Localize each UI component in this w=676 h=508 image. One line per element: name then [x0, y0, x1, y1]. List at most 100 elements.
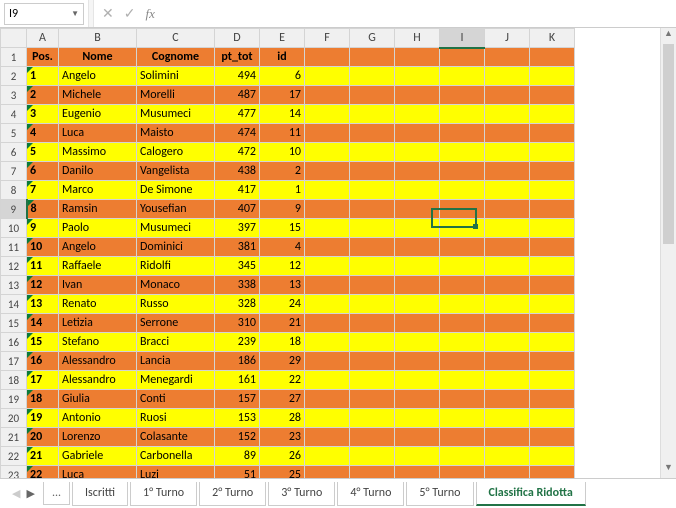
cell[interactable]: [305, 181, 350, 200]
cell[interactable]: [395, 428, 440, 447]
cell[interactable]: [395, 124, 440, 143]
column-header[interactable]: H: [395, 29, 440, 48]
cell[interactable]: Calogero: [137, 143, 215, 162]
cell[interactable]: [530, 295, 575, 314]
cell[interactable]: [350, 48, 395, 67]
table-header-cell[interactable]: pt_tot: [215, 48, 260, 67]
column-header[interactable]: G: [350, 29, 395, 48]
row-header[interactable]: 12: [1, 257, 27, 276]
cell[interactable]: [530, 143, 575, 162]
cell[interactable]: [485, 143, 530, 162]
cell[interactable]: [305, 105, 350, 124]
cell[interactable]: [350, 238, 395, 257]
sheet-tab[interactable]: 4° Turno: [337, 482, 404, 506]
cell[interactable]: [485, 219, 530, 238]
cell[interactable]: [485, 181, 530, 200]
cell[interactable]: 13: [260, 276, 305, 295]
row-header[interactable]: 16: [1, 333, 27, 352]
cell[interactable]: Massimo: [59, 143, 137, 162]
cell[interactable]: 11: [27, 257, 59, 276]
cell[interactable]: [440, 295, 485, 314]
cell[interactable]: [530, 124, 575, 143]
cell[interactable]: [305, 67, 350, 86]
cell[interactable]: 5: [27, 143, 59, 162]
table-header-cell[interactable]: id: [260, 48, 305, 67]
cell[interactable]: [305, 409, 350, 428]
cell[interactable]: [440, 314, 485, 333]
cell[interactable]: 407: [215, 200, 260, 219]
cell[interactable]: Angelo: [59, 238, 137, 257]
cell[interactable]: [305, 295, 350, 314]
cell[interactable]: 9: [27, 219, 59, 238]
sheet-tab[interactable]: 5° Turno: [406, 482, 473, 506]
cell[interactable]: [395, 238, 440, 257]
cell[interactable]: 10: [27, 238, 59, 257]
cell[interactable]: [485, 295, 530, 314]
cell[interactable]: 23: [260, 428, 305, 447]
formula-input[interactable]: [163, 3, 676, 25]
cell[interactable]: [305, 238, 350, 257]
cell[interactable]: 161: [215, 371, 260, 390]
cell[interactable]: [530, 276, 575, 295]
table-header-cell[interactable]: Cognome: [137, 48, 215, 67]
cell[interactable]: [440, 219, 485, 238]
cell[interactable]: [350, 257, 395, 276]
cell[interactable]: [530, 86, 575, 105]
cell[interactable]: 28: [260, 409, 305, 428]
cell[interactable]: Maisto: [137, 124, 215, 143]
cell[interactable]: [305, 162, 350, 181]
cell[interactable]: 157: [215, 390, 260, 409]
cell[interactable]: Lorenzo: [59, 428, 137, 447]
cell[interactable]: [485, 48, 530, 67]
cell[interactable]: 381: [215, 238, 260, 257]
cell[interactable]: [440, 409, 485, 428]
cell[interactable]: Giulia: [59, 390, 137, 409]
cell[interactable]: 472: [215, 143, 260, 162]
scroll-thumb[interactable]: [663, 44, 674, 244]
cell[interactable]: [395, 219, 440, 238]
cell[interactable]: [530, 48, 575, 67]
cell[interactable]: [530, 428, 575, 447]
cell[interactable]: [440, 200, 485, 219]
column-header[interactable]: F: [305, 29, 350, 48]
cell[interactable]: Dominici: [137, 238, 215, 257]
cell[interactable]: Ruosi: [137, 409, 215, 428]
cell[interactable]: [485, 409, 530, 428]
cell[interactable]: [440, 428, 485, 447]
cell[interactable]: [350, 333, 395, 352]
cell[interactable]: [485, 352, 530, 371]
table-header-cell[interactable]: Pos.: [27, 48, 59, 67]
cell[interactable]: [395, 162, 440, 181]
cell[interactable]: [305, 219, 350, 238]
cell[interactable]: [440, 371, 485, 390]
cell[interactable]: [440, 143, 485, 162]
cell[interactable]: [395, 314, 440, 333]
cell[interactable]: [350, 143, 395, 162]
cell[interactable]: [530, 238, 575, 257]
cell[interactable]: [395, 333, 440, 352]
cell[interactable]: [350, 295, 395, 314]
chevron-down-icon[interactable]: ▼: [71, 9, 79, 19]
cell[interactable]: 25: [260, 466, 305, 479]
cell[interactable]: [485, 86, 530, 105]
column-header[interactable]: K: [530, 29, 575, 48]
cell[interactable]: 51: [215, 466, 260, 479]
cell[interactable]: Carbonella: [137, 447, 215, 466]
column-header[interactable]: I: [440, 29, 485, 48]
cell[interactable]: 15: [260, 219, 305, 238]
cell[interactable]: [395, 105, 440, 124]
cell[interactable]: [440, 105, 485, 124]
cell[interactable]: [485, 257, 530, 276]
cell[interactable]: Musumeci: [137, 219, 215, 238]
cell[interactable]: Colasante: [137, 428, 215, 447]
cell[interactable]: 487: [215, 86, 260, 105]
cell[interactable]: 22: [260, 371, 305, 390]
cell[interactable]: [530, 409, 575, 428]
cell[interactable]: Monaco: [137, 276, 215, 295]
cell[interactable]: [350, 390, 395, 409]
column-header[interactable]: J: [485, 29, 530, 48]
cell[interactable]: 22: [27, 466, 59, 479]
cell[interactable]: 3: [27, 105, 59, 124]
cell[interactable]: Luzi: [137, 466, 215, 479]
column-header[interactable]: E: [260, 29, 305, 48]
